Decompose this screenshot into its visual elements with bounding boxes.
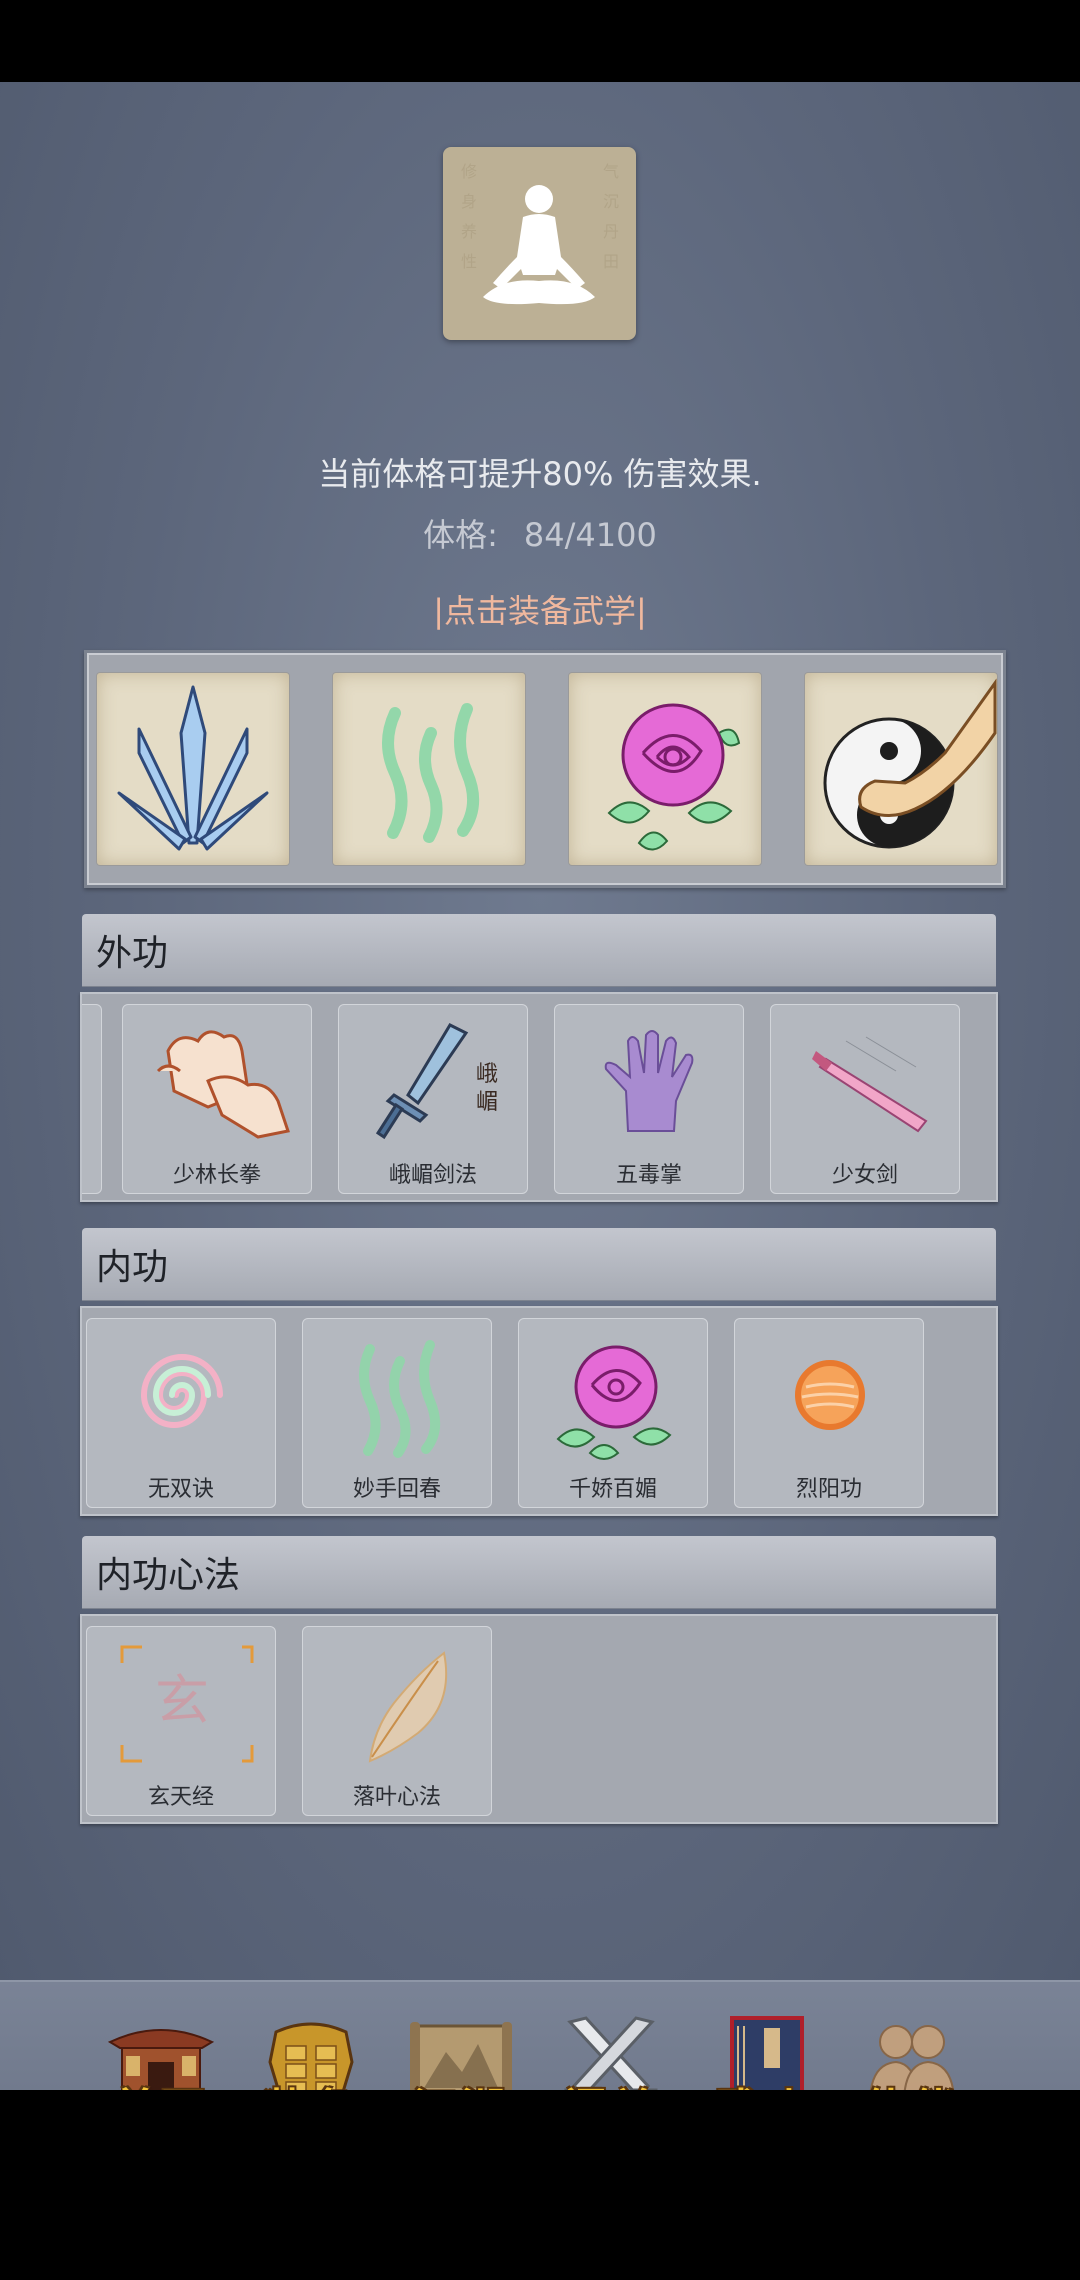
skill-card-miaoshou-huichun[interactable]: 妙手回春 [302,1318,492,1508]
skill-name: 峨嵋剑法 [388,1163,477,1188]
neigong-title: 内功 [96,1247,169,1288]
svg-text:丹: 丹 [603,222,619,241]
nav-jianghu-label: 江湖 [396,2074,526,2090]
skill-card-xuantian-jing[interactable]: 玄 玄天经 [86,1626,276,1816]
constitution-stat: 体格: 84/4100 [0,510,1080,556]
equip-martial-arts-link[interactable]: |点击装备武学| [0,586,1080,632]
skill-name: 五毒掌 [615,1163,682,1188]
martial-arts-screen: 修身养 气沉丹 田 性 当前体格可提升80% 伤害效果. 体格: 84/4100 |… [0,82,1080,2090]
skill-card-wudu-zhang[interactable]: 五毒掌 [554,1004,744,1194]
skill-name: 妙手回春 [352,1477,441,1502]
svg-text:性: 性 [461,252,477,271]
xinfa-header: 内功心法 [82,1536,996,1608]
nav-challenge[interactable]: 闯关 [546,2012,676,2090]
crystal-blades-icon [117,685,269,851]
skill-name: 少女剑 [831,1163,898,1188]
constitution-value: 84/4100 [523,516,657,554]
neigong-scroll-list[interactable]: 无双诀 妙手回春 千娇百媚 烈阳功 [80,1306,998,1516]
svg-text:田: 田 [603,252,619,271]
svg-text:养: 养 [461,222,477,241]
leaf-icon [368,1651,448,1763]
nav-home[interactable]: 首页 [96,2012,226,2090]
constitution-label: 体格: [423,516,498,554]
svg-text:玄: 玄 [155,1669,209,1732]
rose-icon [607,703,741,851]
bottom-nav: 首页 装备 江湖 [0,1980,1080,2090]
neigong-header: 内功 [82,1228,996,1300]
skill-name: 少林长拳 [172,1163,261,1188]
nav-companions[interactable]: 伙伴 [846,2012,976,2090]
skill-card-wushuang-jue[interactable]: 无双诀 [86,1318,276,1508]
green-waves-icon [359,1340,441,1458]
sun-icon [795,1360,865,1430]
green-waves-icon [382,703,479,843]
waigong-title: 外功 [96,933,169,974]
rose-icon [556,1345,672,1460]
svg-text:身: 身 [461,192,477,211]
spiral-icon [140,1354,223,1428]
yin-yang-fist-icon [823,678,997,849]
xuan-scroll-icon: 玄 [120,1645,254,1763]
equipped-slot-4[interactable] [805,673,997,865]
nav-martial-arts-label: 武功 [696,2074,826,2090]
waigong-scroll-list[interactable]: 少林长拳 峨 嵋 峨嵋剑法 五毒掌 少女剑 [80,992,998,1202]
skill-name: 落叶心法 [352,1785,441,1810]
skill-card-shaonv-jian[interactable]: 少女剑 [770,1004,960,1194]
fist-icon [156,1030,290,1139]
svg-text:峨: 峨 [476,1062,498,1087]
equipped-skills-bar [84,650,1006,888]
sword-icon: 峨 嵋 [375,1023,498,1140]
xinfa-scroll-list[interactable]: 玄 玄天经 落叶心法 [80,1614,998,1824]
nav-martial-arts[interactable]: 武功 [696,2012,826,2090]
svg-text:修: 修 [461,162,477,181]
pink-blade-icon [812,1036,928,1133]
svg-text:气: 气 [603,162,619,181]
nav-equipment[interactable]: 装备 [246,2012,376,2090]
skill-card-luoye-xinfa[interactable]: 落叶心法 [302,1626,492,1816]
svg-text:沉: 沉 [603,192,619,211]
equipped-slot-1[interactable] [97,673,289,865]
skill-card-partial[interactable] [82,1004,102,1194]
meditating-avatar[interactable]: 修身养 气沉丹 田 性 [443,147,636,340]
nav-challenge-label: 闯关 [546,2074,676,2090]
purple-palm-icon [604,1030,694,1132]
svg-text:嵋: 嵋 [476,1090,498,1115]
xinfa-title: 内功心法 [96,1555,241,1596]
skill-name: 无双诀 [147,1477,214,1502]
skill-card-emei-jianfa[interactable]: 峨 嵋 峨嵋剑法 [338,1004,528,1194]
skill-card-qianjiao-baimei[interactable]: 千娇百媚 [518,1318,708,1508]
skill-name: 玄天经 [147,1785,214,1810]
skill-card-lieyang-gong[interactable]: 烈阳功 [734,1318,924,1508]
damage-bonus-description: 当前体格可提升80% 伤害效果. [318,455,762,493]
equipped-slot-2[interactable] [333,673,525,865]
skill-name: 千娇百媚 [568,1477,657,1502]
skill-name: 烈阳功 [795,1477,862,1502]
nav-companions-label: 伙伴 [846,2074,976,2090]
meditation-figure-icon: 修身养 气沉丹 田 性 [461,162,619,305]
nav-home-label: 首页 [96,2074,226,2090]
equipped-slot-3[interactable] [569,673,761,865]
nav-equipment-label: 装备 [246,2074,376,2090]
nav-jianghu[interactable]: 江湖 [396,2012,526,2090]
skill-card-shaolin-changquan[interactable]: 少林长拳 [122,1004,312,1194]
waigong-header: 外功 [82,914,996,986]
